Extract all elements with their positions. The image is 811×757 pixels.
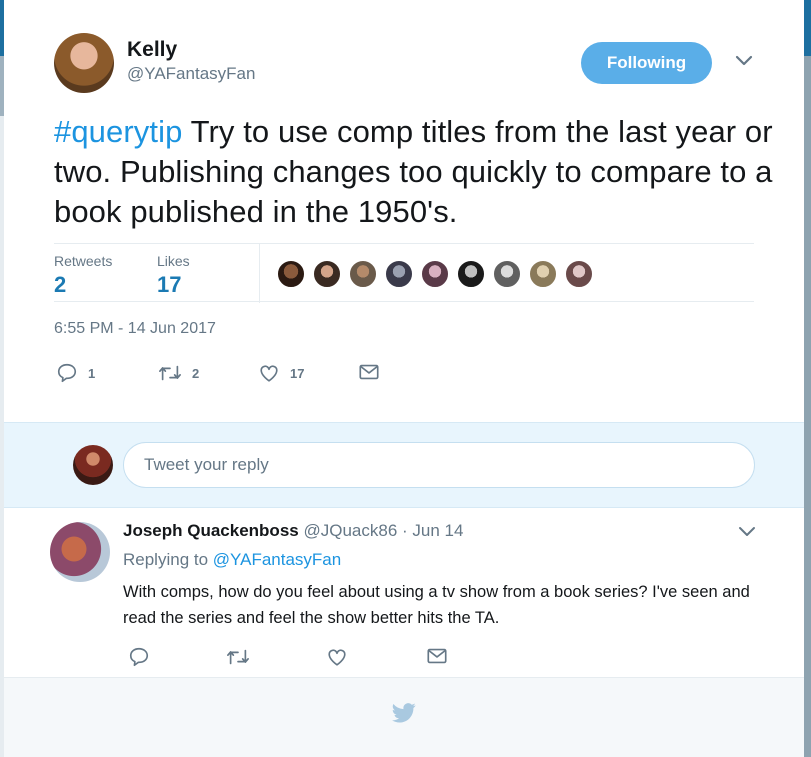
chevron-down-icon[interactable] bbox=[738, 526, 756, 538]
reply-author-name[interactable]: Joseph Quackenboss bbox=[123, 521, 299, 540]
tweet-timestamp[interactable]: 6:55 PM - 14 Jun 2017 bbox=[54, 320, 216, 338]
liker-avatar[interactable] bbox=[492, 259, 522, 289]
retweet-icon bbox=[227, 649, 249, 665]
retweet-count: 2 bbox=[192, 365, 200, 381]
retweet-action[interactable] bbox=[226, 646, 250, 668]
retweet-icon bbox=[159, 365, 181, 381]
retweets-label: Retweets bbox=[54, 253, 113, 269]
replying-to: Replying to @YAFantasyFan bbox=[123, 550, 341, 570]
liker-avatar[interactable] bbox=[456, 259, 486, 289]
direct-message-action[interactable] bbox=[426, 646, 448, 666]
reply-tweet[interactable]: Joseph Quackenboss @JQuack86 · Jun 14 Re… bbox=[4, 508, 804, 678]
liker-avatar[interactable] bbox=[384, 259, 414, 289]
reply-action[interactable]: 1 bbox=[56, 362, 95, 384]
envelope-icon bbox=[359, 364, 379, 380]
reply-icon bbox=[57, 363, 77, 383]
liker-avatar[interactable] bbox=[276, 259, 306, 289]
retweets-stat[interactable]: Retweets 2 bbox=[54, 253, 112, 298]
replying-prefix: Replying to bbox=[123, 550, 213, 569]
envelope-icon bbox=[427, 648, 447, 664]
retweet-action[interactable]: 2 bbox=[158, 362, 199, 384]
reply-compose-area: Tweet your reply bbox=[4, 422, 804, 508]
tweet-permalink-modal: Kelly @YAFantasyFan Following #querytip … bbox=[4, 0, 804, 757]
current-user-avatar[interactable] bbox=[73, 445, 113, 485]
reply-header: Joseph Quackenboss @JQuack86 · Jun 14 bbox=[123, 521, 463, 541]
likes-label: Likes bbox=[157, 253, 190, 269]
following-button[interactable]: Following bbox=[581, 42, 712, 84]
heart-icon bbox=[328, 649, 346, 666]
chevron-down-icon[interactable] bbox=[734, 54, 754, 68]
author-name[interactable]: Kelly bbox=[127, 38, 177, 62]
reply-separator: · bbox=[402, 521, 408, 540]
liker-avatar[interactable] bbox=[420, 259, 450, 289]
hashtag-link[interactable]: #querytip bbox=[54, 114, 182, 149]
liker-avatar[interactable] bbox=[528, 259, 558, 289]
liker-avatar[interactable] bbox=[564, 259, 594, 289]
reply-author-handle[interactable]: @JQuack86 bbox=[303, 521, 397, 540]
reply-author-avatar[interactable] bbox=[50, 522, 110, 582]
author-avatar[interactable] bbox=[54, 33, 114, 93]
modal-footer bbox=[4, 678, 804, 757]
liker-avatar[interactable] bbox=[312, 259, 342, 289]
author-handle[interactable]: @YAFantasyFan bbox=[127, 64, 255, 84]
tweet-reply-input[interactable]: Tweet your reply bbox=[123, 442, 755, 488]
liker-avatars bbox=[276, 259, 600, 289]
heart-icon bbox=[260, 365, 278, 382]
reply-count: 1 bbox=[88, 365, 96, 381]
retweets-count: 2 bbox=[54, 272, 67, 297]
like-count: 17 bbox=[290, 365, 305, 381]
direct-message-action[interactable] bbox=[358, 362, 380, 382]
replying-to-handle[interactable]: @YAFantasyFan bbox=[213, 550, 341, 569]
like-action[interactable]: 17 bbox=[258, 362, 304, 384]
liker-avatar[interactable] bbox=[348, 259, 378, 289]
reply-date[interactable]: Jun 14 bbox=[412, 521, 463, 540]
likes-count: 17 bbox=[157, 272, 182, 297]
stats-divider bbox=[259, 244, 260, 303]
reply-icon bbox=[129, 647, 149, 667]
tweet-text: #querytip Try to use comp titles from th… bbox=[54, 112, 774, 232]
background-edge bbox=[804, 0, 811, 757]
like-action[interactable] bbox=[326, 646, 348, 668]
tweet-stats: Retweets 2 Likes 17 bbox=[54, 243, 754, 303]
reply-text: With comps, how do you feel about using … bbox=[123, 583, 750, 627]
reply-action[interactable] bbox=[128, 646, 150, 668]
twitter-bird-icon bbox=[392, 703, 416, 723]
likes-stat[interactable]: Likes 17 bbox=[157, 253, 190, 298]
